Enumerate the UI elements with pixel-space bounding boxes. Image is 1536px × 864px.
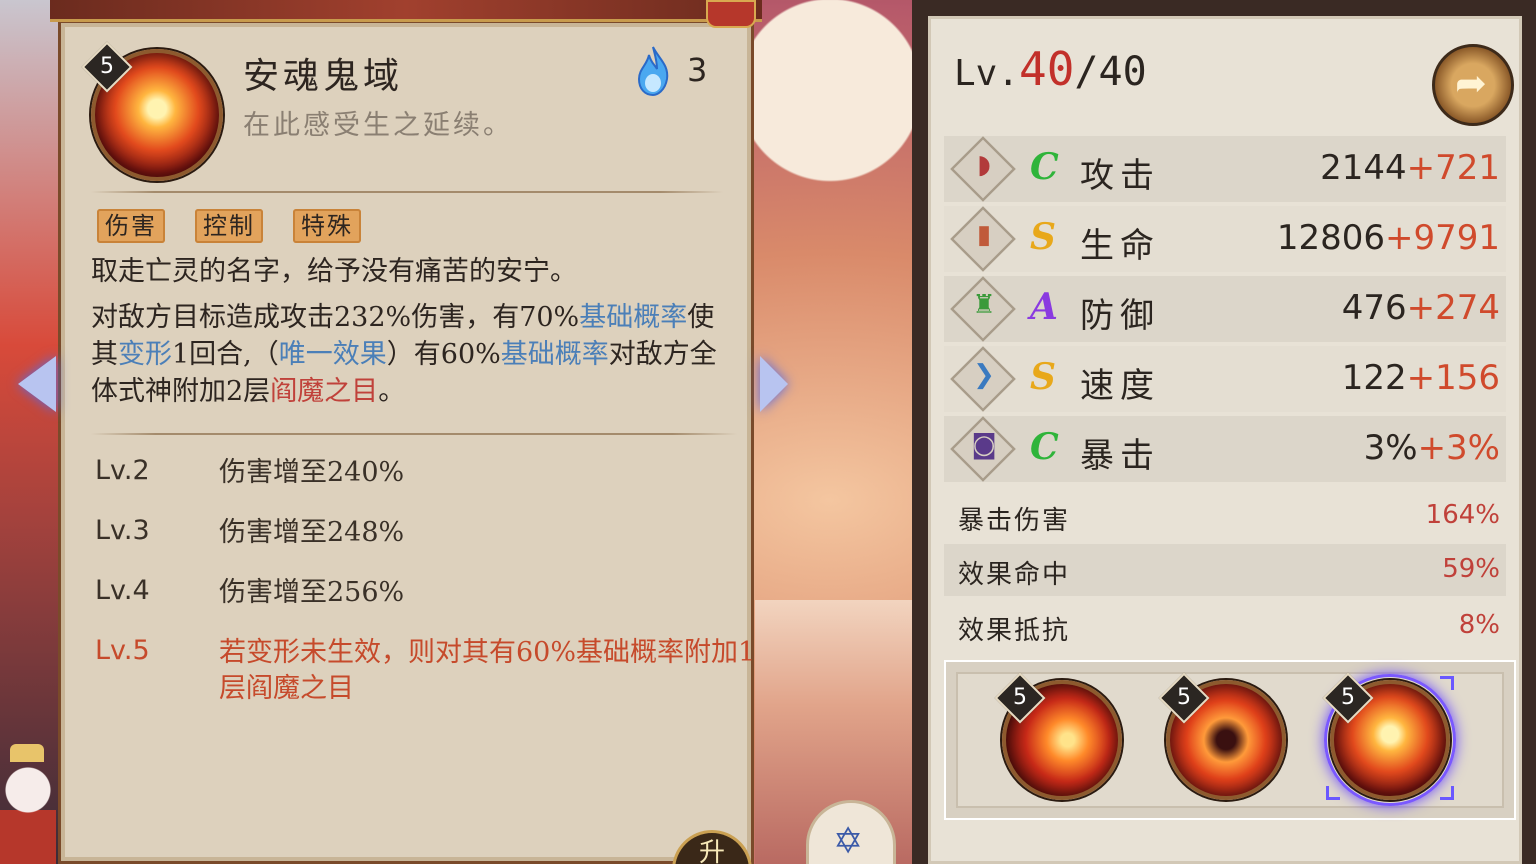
prev-arrow-icon[interactable] xyxy=(18,356,56,412)
fire-cost-value: 3 xyxy=(687,51,708,89)
stat-name: 攻击 xyxy=(1080,156,1160,196)
panel-top-frame xyxy=(50,0,762,22)
substat-row-crit-damage: 暴击伤害 164% xyxy=(944,490,1506,542)
stat-value: 2144+721 xyxy=(1320,148,1500,188)
select-corner xyxy=(1440,786,1454,800)
skill-level-number: 5 xyxy=(100,54,114,79)
speed-glyph: ❯ xyxy=(973,360,995,390)
upgrade-row-lv2: Lv.2 伤害增至240% xyxy=(95,455,405,488)
skill-flavor-text: 取走亡灵的名字，给予没有痛苦的安宁。 xyxy=(91,256,577,287)
hexagram-icon: ✡ xyxy=(833,821,864,862)
keyword-transform[interactable]: 变形 xyxy=(118,339,172,370)
shikigami-level: Lv.40/40 xyxy=(954,42,1147,96)
skill-icon-wrap: 5 xyxy=(81,41,227,185)
fan-glyph: ◗ xyxy=(977,150,991,180)
next-arrow-icon[interactable] xyxy=(760,356,788,412)
substat-row-effect-resist: 效果抵抗 8% xyxy=(944,600,1506,652)
keyword-yama-eye[interactable]: 阎魔之目 xyxy=(270,376,378,407)
keyword-basic-rate[interactable]: 基础概率 xyxy=(579,302,687,333)
grade-badge: S xyxy=(1030,216,1056,258)
tag-special: 特殊 xyxy=(293,209,361,243)
share-button[interactable]: ➦ xyxy=(1432,44,1514,126)
stat-name: 生命 xyxy=(1080,226,1160,266)
substat-name: 暴击伤害 xyxy=(958,506,1071,536)
substat-name: 效果抵抗 xyxy=(958,616,1071,646)
substat-value: 59% xyxy=(1442,554,1500,584)
skill-subtitle: 在此感受生之延续。 xyxy=(243,110,513,141)
top-ornament xyxy=(706,0,756,28)
stat-row-speed: ❯ S 速度 122+156 xyxy=(944,346,1506,412)
divider-top xyxy=(91,191,723,193)
upgrade-row-lv4: Lv.4 伤害增至256% xyxy=(95,575,405,608)
stat-row-crit: ◙ C 暴击 3%+3% xyxy=(944,416,1506,482)
background-left-edge xyxy=(0,0,60,864)
select-corner xyxy=(1440,676,1454,690)
stat-row-defense: ♜ A 防御 476+274 xyxy=(944,276,1506,342)
armor-glyph: ♜ xyxy=(972,290,996,320)
substat-name: 效果命中 xyxy=(958,560,1071,590)
grade-badge: S xyxy=(1030,356,1056,398)
share-icon: ➦ xyxy=(1455,61,1487,105)
skill-detail-panel: 5 安魂鬼域 在此感受生之延续。 3 伤害 控制 特殊 取走亡灵的名字，给予没有… xyxy=(58,20,756,864)
stat-name: 防御 xyxy=(1080,296,1160,336)
skill-slot-level: 5 xyxy=(1177,685,1191,710)
skill-description: 对敌方目标造成攻击232%伤害，有70%基础概率使其变形1回合,（唯一效果）有6… xyxy=(91,302,717,407)
upgrade-row-lv5: Lv.5 若变形未生效，则对其有60%基础概率附加1层阎魔之目 xyxy=(95,635,756,704)
doll-crown xyxy=(10,744,44,762)
keyword-basic-rate-2[interactable]: 基础概率 xyxy=(501,339,609,370)
stat-name: 速度 xyxy=(1080,366,1160,406)
keyword-unique-effect[interactable]: 唯一效果 xyxy=(279,339,387,370)
stat-row-hp: ▮ S 生命 12806+9791 xyxy=(944,206,1506,272)
stat-value: 122+156 xyxy=(1341,358,1500,398)
stat-value: 3%+3% xyxy=(1363,428,1500,468)
stat-row-attack: ◗ C 攻击 2144+721 xyxy=(944,136,1506,202)
stat-name: 暴击 xyxy=(1080,436,1160,476)
skill-slot-level: 5 xyxy=(1341,685,1355,710)
substat-value: 8% xyxy=(1458,610,1500,640)
substat-value: 164% xyxy=(1425,500,1500,530)
scroll-glyph: ◙ xyxy=(971,430,997,460)
skill-slot-level: 5 xyxy=(1013,685,1027,710)
tag-damage: 伤害 xyxy=(97,209,165,243)
select-corner xyxy=(1326,786,1340,800)
substat-row-effect-hit: 效果命中 59% xyxy=(944,544,1506,596)
tag-control: 控制 xyxy=(195,209,263,243)
stat-value: 12806+9791 xyxy=(1276,218,1500,258)
grade-badge: C xyxy=(1030,426,1059,468)
talisman-glyph: ▮ xyxy=(976,220,992,250)
skill-name: 安魂鬼域 xyxy=(243,56,404,97)
grade-badge: C xyxy=(1030,146,1059,188)
upgrade-row-lv3: Lv.3 伤害增至248% xyxy=(95,515,405,548)
stat-value: 476+274 xyxy=(1341,288,1500,328)
soul-fire-icon xyxy=(637,46,669,97)
divider-bottom xyxy=(91,433,737,435)
grade-badge: A xyxy=(1030,286,1058,328)
